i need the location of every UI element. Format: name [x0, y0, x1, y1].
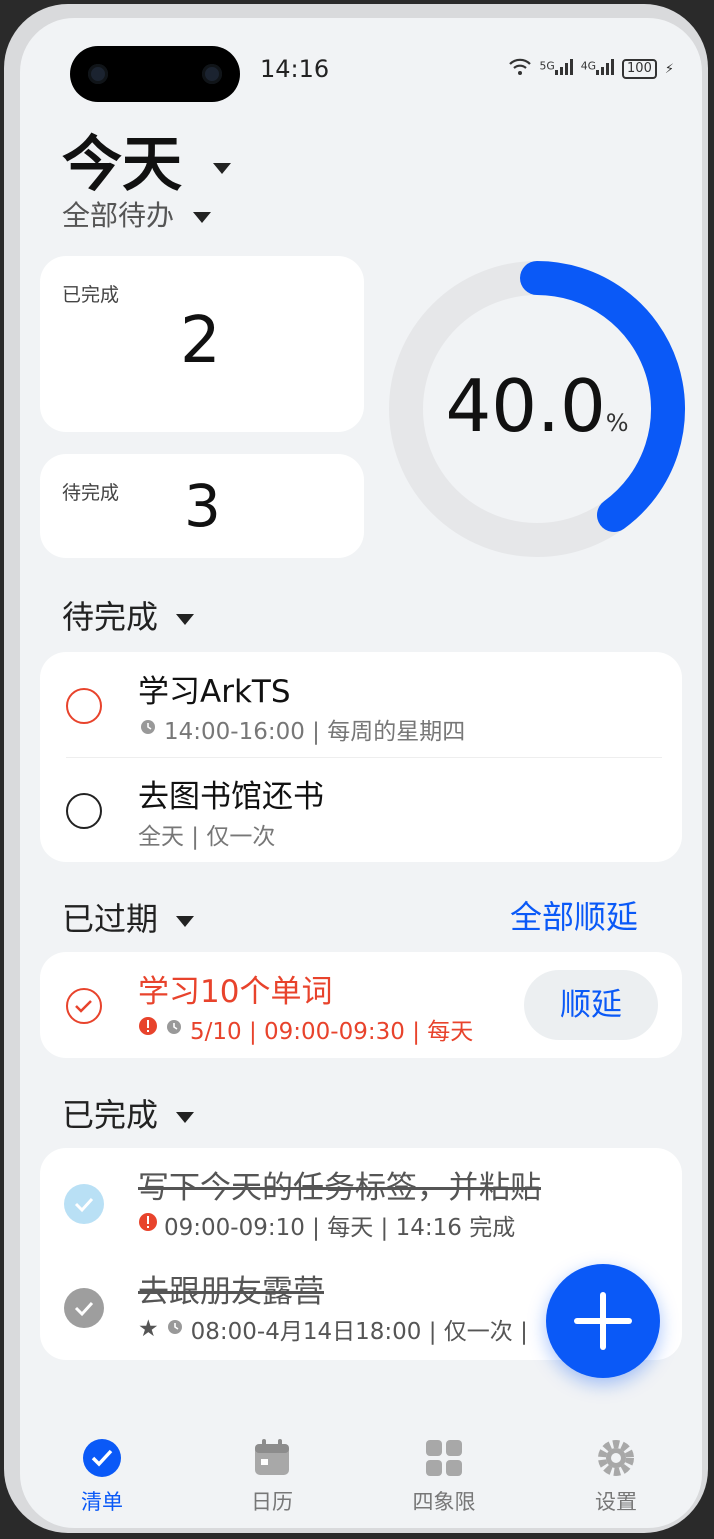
nav-label: 清单	[81, 1490, 123, 1514]
progress-readout: 40.0%	[388, 364, 686, 448]
task-meta-text: 全天 | 仅一次	[138, 824, 276, 850]
camera-lens	[202, 64, 222, 84]
section-title: 待完成	[62, 598, 159, 636]
task-checkbox[interactable]	[66, 988, 102, 1024]
task-title: 写下今天的任务标签，并粘贴	[138, 1170, 541, 1206]
camera-cutout	[70, 46, 240, 102]
completed-stat-card[interactable]: 已完成 2	[40, 256, 364, 432]
app-screen: 14:16 5G 4G 100 ⚡ 今天 全部待办 已完成 2 待完成 3 40…	[20, 18, 702, 1528]
caret-down-icon	[176, 915, 195, 927]
pending-task-list: 学习ArkTS 14:00-16:00 | 每周的星期四 去图书馆还书 全天 |…	[40, 652, 682, 862]
stat-count: 2	[180, 304, 221, 378]
camera-lens	[88, 64, 108, 84]
net-label: 4G	[580, 59, 597, 73]
task-title: 学习10个单词	[138, 974, 333, 1010]
signal-4g-icon: 4G	[580, 59, 615, 79]
gear-icon	[598, 1440, 634, 1476]
page-title-dropdown[interactable]: 今天	[62, 116, 231, 203]
task-meta-text: 09:00-09:10 | 每天 | 14:16 完成	[164, 1215, 516, 1241]
alarm-icon	[164, 1016, 184, 1042]
task-meta: ★ 08:00-4月14日18:00 | 仅一次 |	[138, 1312, 528, 1346]
caret-down-icon	[176, 1111, 195, 1123]
alarm-icon	[165, 1316, 185, 1342]
task-meta: 5/10 | 09:00-09:30 | 每天	[138, 1012, 473, 1046]
phone-frame: 14:16 5G 4G 100 ⚡ 今天 全部待办 已完成 2 待完成 3 40…	[4, 4, 708, 1533]
task-meta-text: 5/10 | 09:00-09:30 | 每天	[190, 1019, 474, 1045]
task-item[interactable]: 学习10个单词 5/10 | 09:00-09:30 | 每天 顺延	[40, 952, 682, 1058]
task-title: 去图书馆还书	[138, 779, 324, 815]
star-icon: ★	[138, 1316, 159, 1342]
filter-dropdown[interactable]: 全部待办	[62, 194, 211, 234]
add-task-button[interactable]	[546, 1264, 660, 1378]
stat-label: 待完成	[62, 482, 120, 504]
status-icons: 5G 4G 100 ⚡	[509, 58, 674, 80]
task-meta-text: 08:00-4月14日18:00 | 仅一次 |	[190, 1319, 528, 1345]
signal-5g-icon: 5G	[539, 59, 573, 79]
overdue-section-header[interactable]: 已过期	[62, 894, 195, 940]
alarm-icon	[138, 716, 158, 742]
caret-down-icon	[212, 162, 231, 174]
plus-icon	[574, 1292, 632, 1350]
task-item[interactable]: 去图书馆还书 全天 | 仅一次	[40, 757, 682, 862]
stat-count: 3	[184, 472, 221, 540]
status-time: 14:16	[260, 55, 330, 83]
nav-label: 四象限	[412, 1490, 476, 1514]
task-item[interactable]: 写下今天的任务标签，并粘贴 09:00-09:10 | 每天 | 14:16 完…	[40, 1148, 682, 1254]
task-checkbox[interactable]	[64, 1288, 104, 1328]
filter-label: 全部待办	[62, 199, 175, 232]
stat-label: 已完成	[62, 284, 120, 306]
task-item[interactable]: 学习ArkTS 14:00-16:00 | 每周的星期四	[40, 652, 682, 757]
checklist-icon	[83, 1439, 121, 1477]
nav-item-list[interactable]: 清单	[52, 1438, 152, 1516]
progress-value: 40.0	[445, 364, 606, 448]
section-title: 已完成	[62, 1096, 159, 1134]
postpone-button[interactable]: 顺延	[524, 970, 658, 1040]
pending-stat-card[interactable]: 待完成 3	[40, 454, 364, 558]
grid-icon	[426, 1440, 462, 1476]
nav-item-calendar[interactable]: 日历	[222, 1438, 322, 1516]
task-meta-text: 14:00-16:00 | 每周的星期四	[164, 719, 466, 745]
warning-icon	[138, 1016, 158, 1042]
nav-item-quadrant[interactable]: 四象限	[394, 1438, 494, 1516]
pending-section-header[interactable]: 待完成	[62, 592, 195, 638]
calendar-icon	[255, 1439, 289, 1475]
net-label: 5G	[539, 59, 555, 73]
task-meta: 09:00-09:10 | 每天 | 14:16 完成	[138, 1208, 515, 1242]
progress-unit: %	[605, 409, 629, 437]
check-icon	[74, 1301, 94, 1317]
battery-icon: 100	[622, 59, 657, 79]
check-icon	[75, 1000, 92, 1013]
caret-down-icon	[176, 613, 195, 625]
charging-icon: ⚡	[664, 61, 674, 77]
wifi-icon	[509, 58, 532, 80]
nav-label: 设置	[595, 1490, 637, 1514]
task-title: 去跟朋友露营	[138, 1274, 324, 1310]
nav-item-settings[interactable]: 设置	[566, 1438, 666, 1516]
section-title: 已过期	[62, 900, 159, 938]
task-checkbox[interactable]	[64, 1184, 104, 1224]
task-meta: 14:00-16:00 | 每周的星期四	[138, 712, 465, 746]
task-checkbox[interactable]	[66, 688, 102, 724]
overdue-task-list: 学习10个单词 5/10 | 09:00-09:30 | 每天 顺延	[40, 952, 682, 1058]
task-checkbox[interactable]	[66, 793, 102, 829]
check-icon	[74, 1197, 94, 1213]
warning-icon	[138, 1212, 158, 1238]
caret-down-icon	[192, 211, 211, 223]
completed-section-header[interactable]: 已完成	[62, 1090, 195, 1136]
nav-label: 日历	[251, 1490, 293, 1514]
postpone-all-button[interactable]: 全部顺延	[510, 892, 638, 938]
progress-ring: 40.0%	[388, 260, 686, 558]
task-title: 学习ArkTS	[138, 674, 291, 710]
page-title: 今天	[62, 130, 182, 200]
